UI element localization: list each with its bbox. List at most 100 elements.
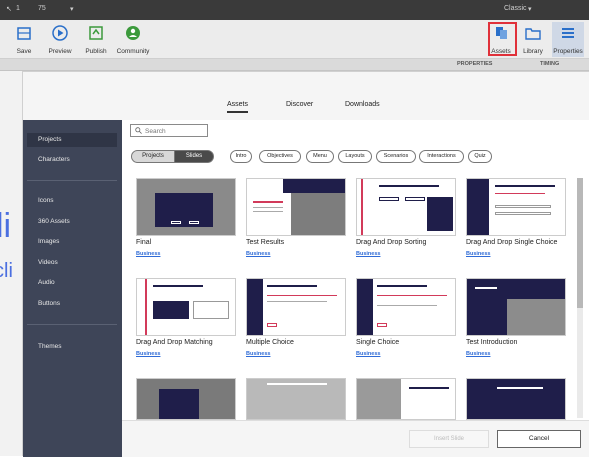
sidebar-divider <box>27 180 117 181</box>
card-thumbnail <box>136 278 236 336</box>
card-tag[interactable]: Business <box>246 251 270 257</box>
card-tag[interactable]: Business <box>136 351 160 357</box>
publish-icon <box>89 26 103 40</box>
zoom-level[interactable]: 75 <box>38 5 46 12</box>
filter-chip-interactions[interactable]: Interactions <box>419 150 464 163</box>
folder-icon <box>525 28 541 40</box>
template-card[interactable]: Test Introduction Business <box>466 278 566 360</box>
sidebar-item-themes[interactable]: Themes <box>38 343 61 350</box>
card-title: Drag And Drop Sorting <box>356 239 427 246</box>
community-icon <box>126 26 140 40</box>
card-title: Test Results <box>246 239 285 246</box>
sidebar-item-360-assets[interactable]: 360 Assets <box>38 218 70 225</box>
template-card[interactable] <box>136 378 236 420</box>
stage-text-1: li <box>0 207 12 245</box>
segment-slides[interactable]: Slides <box>174 150 214 163</box>
save-icon <box>17 27 31 40</box>
scrollbar[interactable] <box>577 178 583 418</box>
tab-discover[interactable]: Discover <box>286 101 313 108</box>
card-thumbnail <box>246 178 346 236</box>
card-tag[interactable]: Business <box>466 251 490 257</box>
card-thumbnail <box>246 278 346 336</box>
card-title: Multiple Choice <box>246 339 294 346</box>
publish-button[interactable]: Publish <box>78 22 114 57</box>
library-label: Library <box>523 48 543 55</box>
filter-chip-menu[interactable]: Menu <box>306 150 334 163</box>
library-button[interactable]: Library <box>518 22 548 57</box>
card-tag[interactable]: Business <box>466 351 490 357</box>
tab-properties[interactable]: PROPERTIES <box>457 61 492 67</box>
filter-chip-objectives[interactable]: Objectives <box>259 150 301 163</box>
search-box[interactable] <box>130 124 208 137</box>
template-card[interactable]: Drag And Drop Single Choice Business <box>466 178 566 260</box>
card-tag[interactable]: Business <box>356 251 380 257</box>
workspace-select[interactable]: Classic <box>504 5 527 12</box>
sidebar-item-icons[interactable]: Icons <box>38 197 54 204</box>
properties-button[interactable]: Properties <box>552 22 584 57</box>
sidebar-item-videos[interactable]: Videos <box>38 259 58 266</box>
asset-sidebar: Projects Characters Icons 360 Assets Ima… <box>23 120 122 457</box>
tab-assets[interactable]: Assets <box>227 101 249 113</box>
filter-chip-layouts[interactable]: Layouts <box>338 150 372 163</box>
filter-chip-scenarios[interactable]: Scenarios <box>376 150 416 163</box>
card-thumbnail <box>356 178 456 236</box>
card-thumbnail <box>356 278 456 336</box>
card-thumbnail <box>356 378 456 420</box>
preview-button[interactable]: Preview <box>42 22 78 57</box>
tab-timing[interactable]: TIMING <box>540 61 559 67</box>
template-card[interactable]: Single Choice Business <box>356 278 456 360</box>
community-button[interactable]: Community <box>116 22 150 57</box>
card-tag[interactable]: Business <box>246 351 270 357</box>
assets-highlight <box>488 22 517 56</box>
card-thumbnail <box>136 178 236 236</box>
card-title: Single Choice <box>356 339 400 346</box>
segment-projects[interactable]: Projects <box>131 150 175 163</box>
asset-content: Projects Slides Intro Objectives Menu La… <box>122 120 589 420</box>
template-card[interactable]: Drag And Drop Sorting Business <box>356 178 456 260</box>
community-label: Community <box>116 48 150 55</box>
sidebar-item-characters[interactable]: Characters <box>38 156 70 163</box>
template-card[interactable]: Test Results Business <box>246 178 346 260</box>
properties-icon <box>562 28 574 38</box>
search-input[interactable] <box>145 126 205 136</box>
filter-chip-intro[interactable]: Intro <box>230 150 252 163</box>
template-card[interactable] <box>466 378 566 420</box>
card-title: Drag And Drop Matching <box>136 339 213 346</box>
card-tag[interactable]: Business <box>136 251 160 257</box>
zoom-dropdown-icon[interactable]: ▾ <box>70 5 74 13</box>
sidebar-item-projects[interactable]: Projects <box>38 136 61 143</box>
tab-downloads[interactable]: Downloads <box>345 101 380 108</box>
title-bar: ↖ 1 75 ▾ Classic ▾ <box>0 0 589 20</box>
template-card[interactable]: Multiple Choice Business <box>246 278 346 360</box>
slide-number[interactable]: 1 <box>16 5 20 12</box>
save-label: Save <box>16 48 32 55</box>
insert-slide-button[interactable]: Insert Slide <box>409 430 489 448</box>
template-card[interactable] <box>246 378 346 420</box>
stage-background: li cli <box>0 71 22 456</box>
template-card[interactable] <box>356 378 456 420</box>
properties-label: Properties <box>553 48 583 55</box>
search-icon <box>135 127 142 134</box>
card-title: Final <box>136 239 152 246</box>
card-title: Test Introduction <box>466 339 518 346</box>
card-tag[interactable]: Business <box>356 351 380 357</box>
sidebar-item-audio[interactable]: Audio <box>38 279 55 286</box>
card-thumbnail <box>466 178 566 236</box>
template-card[interactable]: Final Business <box>136 178 236 260</box>
template-card[interactable]: Drag And Drop Matching Business <box>136 278 236 360</box>
publish-label: Publish <box>85 48 107 55</box>
scrollbar-thumb[interactable] <box>577 178 583 308</box>
save-button[interactable]: Save <box>6 22 42 57</box>
sidebar-item-images[interactable]: Images <box>38 238 59 245</box>
filter-chip-quiz[interactable]: Quiz <box>468 150 492 163</box>
preview-label: Preview <box>48 48 72 55</box>
cancel-button[interactable]: Cancel <box>497 430 581 448</box>
sidebar-divider <box>27 324 117 325</box>
card-thumbnail <box>136 378 236 420</box>
card-thumbnail <box>466 378 566 420</box>
sidebar-item-buttons[interactable]: Buttons <box>38 300 60 307</box>
workspace-dropdown-icon[interactable]: ▾ <box>528 5 532 13</box>
stage-text-2: cli <box>0 260 13 282</box>
play-icon <box>52 25 68 41</box>
cursor-icon: ↖ <box>6 6 12 13</box>
